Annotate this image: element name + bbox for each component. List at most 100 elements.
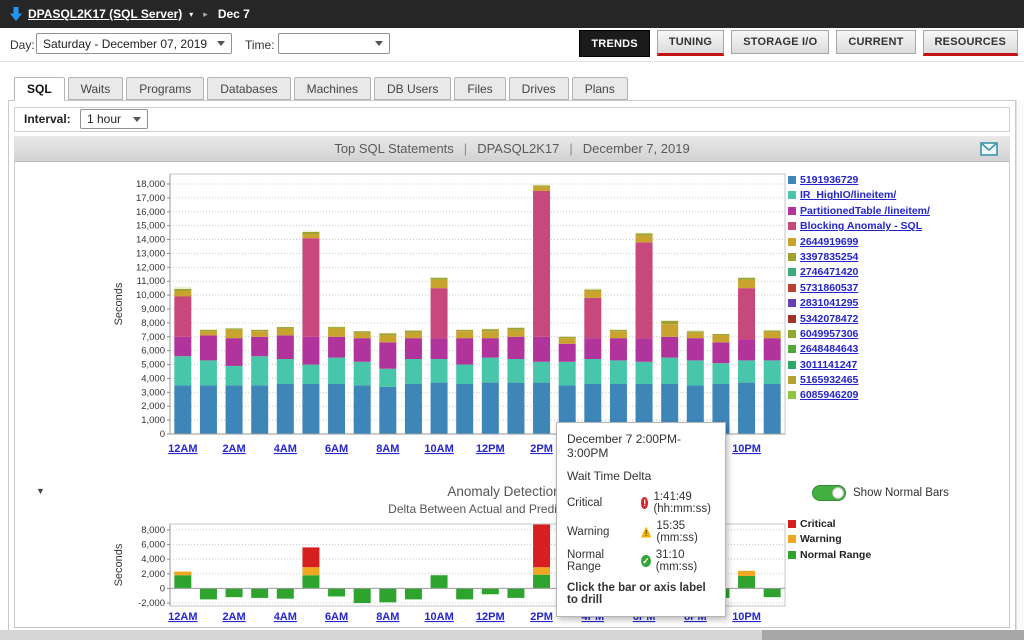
bar-segment-2644919699[interactable] bbox=[328, 328, 345, 336]
x-label-4am[interactable]: 4AM bbox=[274, 443, 297, 455]
bar-segment-ir-highio-lineitem[interactable] bbox=[200, 360, 217, 385]
bar-segment-partitionedtable-lineitem[interactable] bbox=[200, 335, 217, 360]
bar-segment-3397835254[interactable] bbox=[379, 333, 396, 335]
legend-label[interactable]: PartitionedTable /lineitem/ bbox=[800, 205, 930, 217]
bar-segment-partitionedtable-lineitem[interactable] bbox=[456, 338, 473, 364]
bar-segment-2644919699[interactable] bbox=[636, 235, 653, 242]
bar-segment-3397835254[interactable] bbox=[712, 334, 729, 335]
bar-segment-normal-range[interactable] bbox=[533, 575, 550, 589]
bar-segment-normal-range[interactable] bbox=[277, 588, 294, 598]
x-label-6am[interactable]: 6AM bbox=[325, 443, 348, 455]
bar-7pm[interactable] bbox=[661, 320, 678, 434]
email-icon[interactable] bbox=[976, 139, 1002, 159]
bar-segment-2644919699[interactable] bbox=[354, 333, 371, 339]
bar-5am[interactable] bbox=[302, 231, 319, 434]
bar-segment-ir-highio-lineitem[interactable] bbox=[277, 359, 294, 384]
bar-segment-other[interactable] bbox=[482, 328, 499, 329]
bar-segment-ir-highio-lineitem[interactable] bbox=[328, 358, 345, 384]
bar-segment-3397835254[interactable] bbox=[302, 232, 319, 234]
bar-segment-other[interactable] bbox=[636, 233, 653, 234]
bar-segment-partitionedtable-lineitem[interactable] bbox=[610, 338, 627, 360]
bar-segment-other[interactable] bbox=[507, 327, 524, 328]
bar-segment-2644919699[interactable] bbox=[251, 331, 268, 337]
bar-segment-ir-highio-lineitem[interactable] bbox=[482, 358, 499, 383]
subtab-plans[interactable]: Plans bbox=[572, 77, 628, 100]
bar-segment-blocking-anomaly-sql[interactable] bbox=[431, 288, 448, 338]
bar-segment-partitionedtable-lineitem[interactable] bbox=[559, 344, 576, 362]
bar-segment-5191936729[interactable] bbox=[251, 385, 268, 434]
bar-segment-3397835254[interactable] bbox=[226, 328, 243, 329]
subtab-drives[interactable]: Drives bbox=[509, 77, 569, 100]
bar-segment-3397835254[interactable] bbox=[661, 321, 678, 324]
bar-segment-normal-range[interactable] bbox=[431, 575, 448, 588]
bar-segment-2644919699[interactable] bbox=[200, 331, 217, 335]
bar-segment-normal-range[interactable] bbox=[302, 575, 319, 588]
bar-segment-partitionedtable-lineitem[interactable] bbox=[712, 342, 729, 363]
tab-storage-i-o[interactable]: STORAGE I/O bbox=[731, 30, 829, 54]
bar-10pm[interactable] bbox=[738, 571, 755, 589]
x-label-12am[interactable]: 12AM bbox=[168, 611, 197, 623]
bar-segment-normal-range[interactable] bbox=[200, 588, 217, 599]
bar-segment-ir-highio-lineitem[interactable] bbox=[738, 360, 755, 382]
bar-segment-normal-range[interactable] bbox=[456, 588, 473, 599]
bar-segment-critical[interactable] bbox=[302, 547, 319, 567]
bar-segment-partitionedtable-lineitem[interactable] bbox=[584, 338, 601, 359]
bar-4am[interactable] bbox=[277, 327, 294, 434]
bar-5am[interactable] bbox=[302, 547, 319, 588]
bar-segment-2644919699[interactable] bbox=[610, 331, 627, 338]
bar-6am[interactable] bbox=[328, 588, 345, 596]
tab-tuning[interactable]: TUNING bbox=[657, 30, 724, 56]
bar-7am[interactable] bbox=[354, 331, 371, 434]
bar-10am[interactable] bbox=[431, 575, 448, 588]
bar-segment-critical[interactable] bbox=[533, 524, 550, 567]
x-label-10am[interactable]: 10AM bbox=[424, 443, 453, 455]
bar-segment-ir-highio-lineitem[interactable] bbox=[302, 365, 319, 384]
x-label-6am[interactable]: 6AM bbox=[325, 611, 348, 623]
bar-segment-other[interactable] bbox=[764, 330, 781, 331]
bar-segment-other[interactable] bbox=[431, 277, 448, 278]
bar-segment-ir-highio-lineitem[interactable] bbox=[712, 363, 729, 384]
bar-segment-3397835254[interactable] bbox=[636, 233, 653, 235]
x-label-12pm[interactable]: 12PM bbox=[476, 611, 505, 623]
bar-segment-3397835254[interactable] bbox=[251, 330, 268, 331]
bar-segment-3397835254[interactable] bbox=[610, 330, 627, 331]
legend-label[interactable]: 2644919699 bbox=[800, 236, 858, 248]
bar-segment-2644919699[interactable] bbox=[379, 335, 396, 342]
bar-segment-ir-highio-lineitem[interactable] bbox=[405, 359, 422, 384]
legend-label[interactable]: 5731860537 bbox=[800, 282, 858, 294]
bar-6am[interactable] bbox=[328, 326, 345, 434]
show-normal-bars-toggle[interactable] bbox=[812, 485, 846, 501]
bar-segment-2644919699[interactable] bbox=[712, 335, 729, 342]
bar-segment-partitionedtable-lineitem[interactable] bbox=[507, 337, 524, 359]
bar-11am[interactable] bbox=[456, 330, 473, 434]
bar-10am[interactable] bbox=[431, 277, 448, 434]
bar-1am[interactable] bbox=[200, 329, 217, 434]
bar-segment-ir-highio-lineitem[interactable] bbox=[764, 360, 781, 384]
bar-8pm[interactable] bbox=[687, 330, 704, 434]
tab-resources[interactable]: RESOURCES bbox=[923, 30, 1018, 56]
horizontal-scrollbar[interactable] bbox=[0, 630, 1024, 640]
bar-segment-partitionedtable-lineitem[interactable] bbox=[687, 338, 704, 360]
bar-segment-3397835254[interactable] bbox=[405, 331, 422, 333]
bar-7am[interactable] bbox=[354, 588, 371, 603]
bar-segment-ir-highio-lineitem[interactable] bbox=[251, 356, 268, 385]
bar-segment-partitionedtable-lineitem[interactable] bbox=[482, 338, 499, 357]
subtab-databases[interactable]: Databases bbox=[207, 77, 290, 100]
tab-trends[interactable]: TRENDS bbox=[579, 30, 649, 57]
tab-current[interactable]: CURRENT bbox=[836, 30, 915, 54]
bar-segment-5191936729[interactable] bbox=[200, 385, 217, 434]
bar-6pm[interactable] bbox=[636, 233, 653, 434]
bar-2pm[interactable] bbox=[533, 524, 550, 588]
bar-segment-partitionedtable-lineitem[interactable] bbox=[354, 338, 371, 362]
bar-segment-3397835254[interactable] bbox=[456, 330, 473, 331]
bar-segment-2644919699[interactable] bbox=[226, 330, 243, 338]
bar-segment-partitionedtable-lineitem[interactable] bbox=[277, 335, 294, 359]
bar-1am[interactable] bbox=[200, 588, 217, 599]
bar-segment-2644919699[interactable] bbox=[277, 328, 294, 335]
bar-segment-3397835254[interactable] bbox=[738, 278, 755, 280]
bar-segment-partitionedtable-lineitem[interactable] bbox=[533, 337, 550, 362]
bar-segment-3397835254[interactable] bbox=[431, 278, 448, 280]
bar-segment-other[interactable] bbox=[533, 184, 550, 185]
bar-segment-2644919699[interactable] bbox=[687, 333, 704, 339]
bar-segment-3397835254[interactable] bbox=[277, 327, 294, 328]
